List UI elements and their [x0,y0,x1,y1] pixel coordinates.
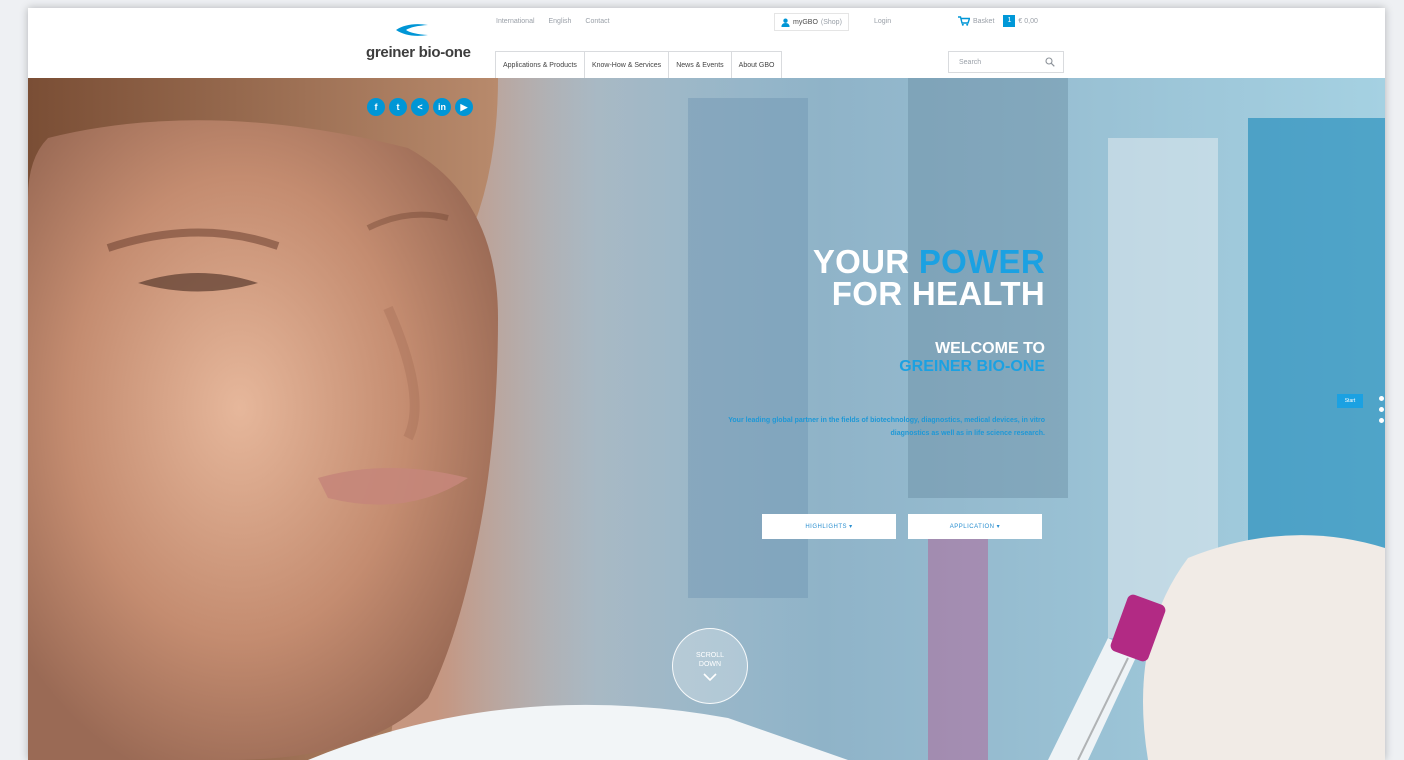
hero-banner: f t < in ▶ YOUR POWER FOR HEALTH WELCOME… [28,78,1385,760]
top-links: International English Contact [496,18,622,25]
logo-swoosh-icon [396,24,428,36]
search-box[interactable]: Search [948,51,1064,73]
basket-total: € 0,00 [1018,17,1038,25]
youtube-icon[interactable]: ▶ [455,98,473,116]
hero-welcome: WELCOME TO GREINER BIO-ONE [899,340,1045,376]
basket-button[interactable]: Basket 1 € 0,00 [958,15,1038,27]
share-icon[interactable]: < [411,98,429,116]
mygbo-shop-button[interactable]: myGBO (Shop) [774,13,849,31]
search-placeholder: Search [959,58,982,66]
slide-dot[interactable] [1379,418,1384,423]
user-icon [781,18,790,27]
cart-icon [958,16,970,26]
slide-dots[interactable] [1379,396,1385,429]
nav-about-gbo[interactable]: About GBO [730,51,783,79]
greiner-logo[interactable]: greiner bio-one [366,22,471,66]
scroll-down-button[interactable]: SCROLL DOWN [672,628,748,704]
headline-for-health: FOR HEALTH [831,275,1045,312]
basket-label: Basket [973,17,995,25]
twitter-icon[interactable]: t [389,98,407,116]
basket-count-badge: 1 [1003,15,1016,27]
welcome-line2: GREINER BIO-ONE [899,358,1045,375]
hero-headline: YOUR POWER FOR HEALTH [813,245,1045,312]
mygbo-label: myGBO [793,18,818,26]
scroll-label-2: DOWN [698,661,722,668]
scroll-label-1: SCROLL [695,652,724,659]
mygbo-shop-label: (Shop) [820,18,842,26]
nav-news-events[interactable]: News & Events [668,51,731,79]
start-tab[interactable]: Start [1337,394,1363,408]
logo-text: greiner bio-one [366,44,471,61]
browser-page: greiner bio-one International English Co… [28,8,1385,760]
application-button[interactable]: APPLICATION ▾ [908,514,1042,539]
welcome-line1: WELCOME TO [935,340,1045,357]
nav-applications-products[interactable]: Applications & Products [495,51,584,79]
slide-dot[interactable] [1379,396,1384,401]
link-international[interactable]: International [496,18,535,25]
linkedin-icon[interactable]: in [433,98,451,116]
main-nav: Applications & Products Know-How & Servi… [495,51,783,79]
social-links: f t < in ▶ [367,98,473,116]
chevron-down-icon [703,673,717,681]
nav-know-how-services[interactable]: Know-How & Services [583,51,669,79]
slide-dot[interactable] [1379,407,1384,412]
site-header: greiner bio-one International English Co… [28,8,1385,79]
search-icon[interactable] [1045,57,1055,67]
highlights-button[interactable]: HIGHLIGHTS ▾ [762,514,896,539]
link-english[interactable]: English [548,18,571,25]
facebook-icon[interactable]: f [367,98,385,116]
link-contact[interactable]: Contact [585,18,609,25]
hero-subtext: Your leading global partner in the field… [728,417,1045,437]
login-link[interactable]: Login [874,18,891,25]
